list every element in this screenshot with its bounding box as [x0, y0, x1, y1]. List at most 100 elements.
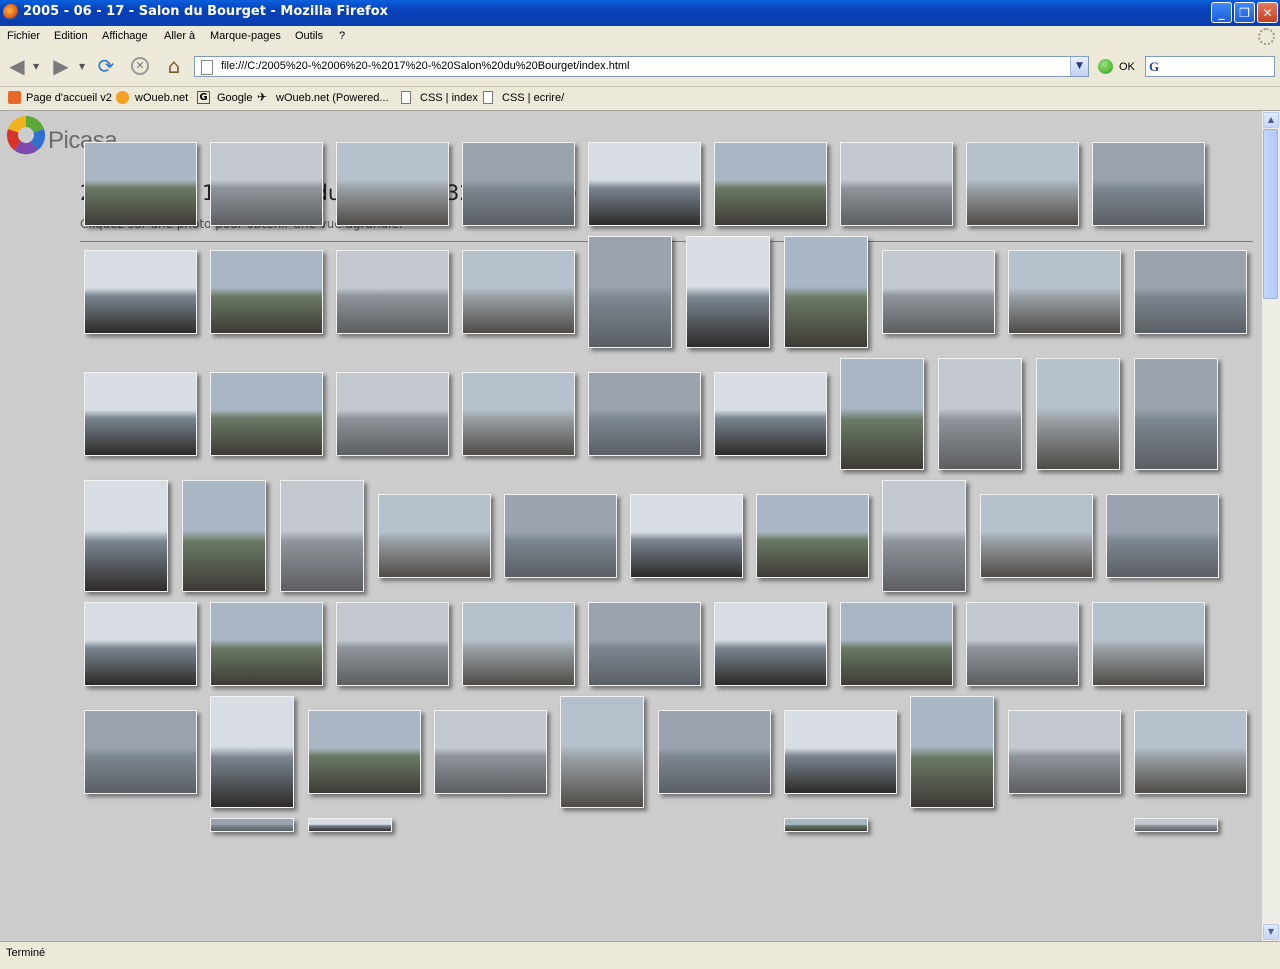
photo-thumbnail[interactable]: [84, 602, 197, 686]
bookmark-page-accueil[interactable]: Page d'accueil v2: [26, 92, 112, 104]
photo-thumbnail[interactable]: [308, 818, 392, 832]
vertical-scrollbar[interactable]: ▲ ▼: [1262, 111, 1280, 941]
photo-thumbnail[interactable]: [210, 372, 323, 456]
photo-thumbnail[interactable]: [1092, 142, 1205, 226]
menu-help[interactable]: ?: [339, 30, 345, 42]
photo-thumbnail[interactable]: [784, 818, 868, 832]
back-button[interactable]: ◀: [4, 53, 30, 79]
photo-thumbnail[interactable]: [1008, 710, 1121, 794]
photo-thumbnail[interactable]: [336, 602, 449, 686]
bookmark-woueb-icon: [116, 91, 129, 104]
photo-thumbnail[interactable]: [84, 250, 197, 334]
forward-dropdown-icon[interactable]: ▼: [79, 62, 85, 71]
photo-thumbnail[interactable]: [210, 602, 323, 686]
photo-thumbnail[interactable]: [658, 710, 771, 794]
photo-thumbnail[interactable]: [1008, 250, 1121, 334]
photo-thumbnail[interactable]: [210, 142, 323, 226]
photo-thumbnail[interactable]: [714, 602, 827, 686]
photo-thumbnail[interactable]: [336, 372, 449, 456]
photo-thumbnail[interactable]: [910, 696, 994, 808]
photo-thumbnail[interactable]: [882, 480, 966, 592]
photo-thumbnail[interactable]: [504, 494, 617, 578]
photo-thumbnail[interactable]: [434, 710, 547, 794]
photo-thumbnail[interactable]: [378, 494, 491, 578]
photo-thumbnail[interactable]: [1134, 710, 1247, 794]
photo-thumbnail[interactable]: [308, 710, 421, 794]
reload-button[interactable]: ⟳: [93, 53, 119, 79]
google-icon[interactable]: G: [1149, 59, 1159, 75]
photo-thumbnail[interactable]: [840, 142, 953, 226]
photo-thumbnail[interactable]: [588, 142, 701, 226]
scroll-thumb[interactable]: [1263, 129, 1278, 299]
home-button[interactable]: ⌂: [161, 53, 187, 79]
photo-thumbnail[interactable]: [840, 358, 924, 470]
photo-thumbnail[interactable]: [462, 372, 575, 456]
minimize-button[interactable]: _: [1211, 2, 1232, 23]
photo-thumbnail[interactable]: [784, 710, 897, 794]
photo-thumbnail[interactable]: [560, 696, 644, 808]
photo-thumbnail[interactable]: [966, 602, 1079, 686]
photo-thumbnail[interactable]: [280, 480, 364, 592]
go-icon[interactable]: [1098, 59, 1113, 74]
stop-button[interactable]: ✕: [127, 53, 153, 79]
photo-thumbnail[interactable]: [1134, 250, 1247, 334]
photo-thumbnail[interactable]: [210, 250, 323, 334]
photo-thumbnail[interactable]: [630, 494, 743, 578]
photo-thumbnail[interactable]: [336, 142, 449, 226]
photo-thumbnail[interactable]: [336, 250, 449, 334]
bookmark-woueb[interactable]: wOueb.net: [135, 92, 188, 104]
photo-thumbnail[interactable]: [840, 602, 953, 686]
bookmark-firefox-icon: [8, 91, 21, 104]
photo-thumbnail[interactable]: [966, 142, 1079, 226]
menu-outils[interactable]: Outils: [295, 30, 323, 42]
bookmark-css-index[interactable]: CSS | index: [420, 92, 478, 104]
photo-thumbnail[interactable]: [1134, 358, 1218, 470]
scroll-up-button[interactable]: ▲: [1263, 112, 1279, 128]
menu-affichage[interactable]: Affichage: [102, 30, 148, 42]
photo-thumbnail[interactable]: [1036, 358, 1120, 470]
photo-thumbnail[interactable]: [714, 372, 827, 456]
photo-thumbnail[interactable]: [1106, 494, 1219, 578]
menu-aller[interactable]: Aller à: [164, 30, 195, 42]
photo-thumbnail[interactable]: [784, 236, 868, 348]
photo-thumbnail[interactable]: [84, 372, 197, 456]
bookmark-css-ecrire[interactable]: CSS | ecrire/: [502, 92, 564, 104]
photo-thumbnail[interactable]: [938, 358, 1022, 470]
throbber-icon: [1258, 28, 1275, 45]
menu-edition[interactable]: Edition: [54, 30, 88, 42]
url-input[interactable]: file:///C:/2005%20-%2006%20-%2017%20-%20…: [194, 56, 1089, 77]
photo-thumbnail[interactable]: [210, 696, 294, 808]
photo-thumbnail[interactable]: [882, 250, 995, 334]
photo-thumbnail[interactable]: [980, 494, 1093, 578]
forward-button[interactable]: ▶: [48, 53, 74, 79]
back-dropdown-icon[interactable]: ▼: [33, 62, 39, 71]
menu-marque-pages[interactable]: Marque-pages: [210, 30, 281, 42]
photo-thumbnail[interactable]: [1134, 818, 1218, 832]
photo-thumbnail[interactable]: [462, 142, 575, 226]
url-dropdown-button[interactable]: ▼: [1070, 57, 1088, 76]
search-input[interactable]: G: [1145, 56, 1275, 77]
menu-fichier[interactable]: Fichier: [7, 30, 40, 42]
photo-thumbnail[interactable]: [686, 236, 770, 348]
photo-thumbnail[interactable]: [84, 480, 168, 592]
photo-thumbnail[interactable]: [1092, 602, 1205, 686]
photo-thumbnail[interactable]: [588, 372, 701, 456]
photo-thumbnail[interactable]: [714, 142, 827, 226]
photo-thumbnail[interactable]: [756, 494, 869, 578]
photo-thumbnail[interactable]: [588, 602, 701, 686]
photo-thumbnail[interactable]: [84, 710, 197, 794]
firefox-icon: [3, 4, 19, 20]
maximize-button[interactable]: ❐: [1234, 2, 1255, 23]
photo-thumbnail[interactable]: [462, 250, 575, 334]
close-button[interactable]: ✕: [1257, 2, 1278, 23]
photo-thumbnail[interactable]: [588, 236, 672, 348]
bookmark-bird-icon: ✈: [257, 90, 268, 104]
scroll-down-button[interactable]: ▼: [1263, 924, 1279, 940]
bookmark-woueb-powered[interactable]: wOueb.net (Powered...: [276, 92, 389, 104]
go-button[interactable]: OK: [1119, 61, 1135, 73]
bookmark-google[interactable]: Google: [217, 92, 252, 104]
photo-thumbnail[interactable]: [210, 818, 294, 832]
photo-thumbnail[interactable]: [462, 602, 575, 686]
photo-thumbnail[interactable]: [84, 142, 197, 226]
photo-thumbnail[interactable]: [182, 480, 266, 592]
